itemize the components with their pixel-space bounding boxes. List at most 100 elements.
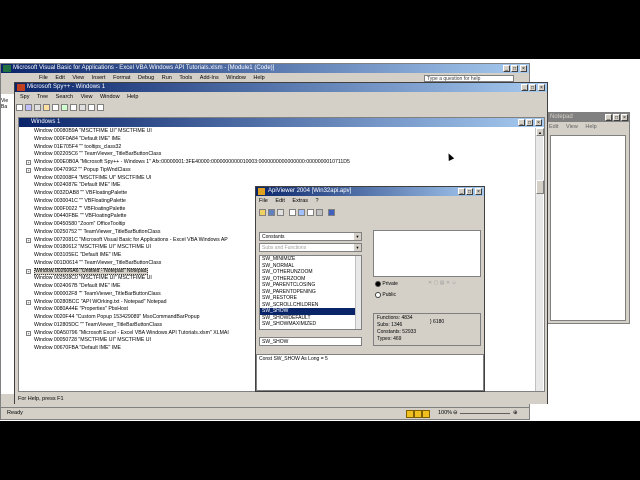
spy-tree-title-bar[interactable]: Windows 1 [19,118,544,127]
vba-menu-addins[interactable]: Add-Ins [200,75,219,81]
apiviewer-maximize-button[interactable]: □ [466,188,473,195]
vba-menu-help[interactable]: Help [253,75,264,81]
spy-maximize-button[interactable]: □ [529,84,536,91]
apiviewer-close-button[interactable]: × [475,188,482,195]
tile-icon[interactable] [97,104,104,111]
spy-menu-window[interactable]: Window [100,94,120,100]
expand-icon[interactable]: + [26,160,31,165]
tree-row[interactable]: Window 000F0A84 "Default IME" IME [21,136,533,144]
notepad-menu-view[interactable]: View [566,124,578,130]
spy-menu-help[interactable]: Help [127,94,138,100]
tree-row[interactable]: + Window 00470962 "" Popup TipWndClass [21,167,533,175]
find-window-icon[interactable] [52,104,59,111]
notepad-menu-help[interactable]: Help [585,124,596,130]
expand-icon[interactable]: + [26,299,31,305]
tree-row[interactable]: Window 01E705F4 "" tooltips_class32 [21,144,533,152]
api-menu-extras[interactable]: Extras [292,198,308,204]
spy-close-button[interactable]: × [538,84,545,91]
declaration-output[interactable]: Const SW_SHOW As Long = 5 [256,354,484,391]
vba-menu-format[interactable]: Format [113,75,130,81]
scroll-thumb[interactable] [536,180,544,194]
vba-menu-file[interactable]: File [39,75,48,81]
scroll-up-button[interactable]: ▲ [536,128,544,136]
messages-view-icon[interactable] [43,104,50,111]
zoom-slider[interactable] [460,413,510,414]
notepad-text-area[interactable] [550,135,626,321]
threads-view-icon[interactable] [34,104,41,111]
vba-menu-view[interactable]: View [72,75,84,81]
notepad-minimize-button[interactable]: _ [605,114,612,121]
copy-icon[interactable] [289,209,296,216]
spy-title-bar[interactable]: Microsoft Spy++ - Windows 1 [15,83,547,92]
spy-tree-scrollbar[interactable]: ▲ [535,128,544,391]
apiviewer-title-bar[interactable]: ApiViewer 2004 [Win32api.apv] [256,187,484,196]
save-icon[interactable] [268,209,275,216]
spy-tree-close-button[interactable]: × [535,119,542,126]
add-icon[interactable]: ▤ [440,280,445,286]
copy-item-icon[interactable]: ▢ [434,280,439,286]
search-icon[interactable] [61,104,68,111]
vba-menu-debug[interactable]: Debug [138,75,154,81]
vba-menu-tools[interactable]: Tools [179,75,192,81]
spy-menu-search[interactable]: Search [56,94,73,100]
expand-icon[interactable]: + [26,237,31,243]
vba-title-bar[interactable]: Microsoft Visual Basic for Applications … [1,64,529,73]
api-menu-help[interactable]: ? [316,198,319,204]
expand-icon[interactable]: + [26,268,31,274]
search-input[interactable]: Subs and Functions ▼ [259,243,362,252]
spy-menu-spy[interactable]: Spy [20,94,29,100]
api-menu-file[interactable]: File [259,198,268,204]
open-icon[interactable] [259,209,266,216]
list-item[interactable]: SW_SHOWMAXIMIZED [260,321,356,328]
help-icon[interactable] [328,209,335,216]
user-icon[interactable]: ☺ [451,280,456,286]
search-dropdown-icon[interactable]: ▼ [354,244,361,251]
zoom-in-button[interactable]: ⊕ [513,408,518,419]
spy-tree-maximize-button[interactable]: □ [526,119,533,126]
spy-menu-view[interactable]: View [81,94,93,100]
private-radio[interactable]: Private [375,280,425,288]
view-pagebreak-icon[interactable] [422,410,430,418]
notepad-maximize-button[interactable]: □ [613,114,620,121]
list-scrollbar[interactable] [355,256,361,329]
tree-row[interactable]: + Window 000E0B0A "Microsoft Spy++ - Wind… [21,159,533,167]
windows-view-icon[interactable] [16,104,23,111]
options-icon[interactable] [307,209,314,216]
public-radio[interactable]: Public [375,291,425,299]
refresh-icon[interactable] [70,104,77,111]
spy-tree-minimize-button[interactable]: _ [518,119,525,126]
vba-maximize-button[interactable]: □ [511,65,518,72]
vba-menu-edit[interactable]: Edit [55,75,64,81]
vba-close-button[interactable]: × [520,65,527,72]
vba-menu-window[interactable]: Window [226,75,246,81]
expand-icon[interactable]: + [26,330,31,336]
tree-row[interactable]: Window 002205C6 "" TeamViewer_TitleBarBu… [21,151,533,159]
vba-help-box[interactable]: Type a question for help [424,75,514,82]
chevron-down-icon[interactable]: ▼ [354,233,361,240]
window-icon[interactable] [316,209,323,216]
spy-menu-tree[interactable]: Tree [37,94,48,100]
cascade-icon[interactable] [88,104,95,111]
api-menu-edit[interactable]: Edit [275,198,284,204]
vba-menu-insert[interactable]: Insert [92,75,106,81]
spy-minimize-button[interactable]: _ [521,84,528,91]
tree-row[interactable]: Window 002008F4 "MSCTFIME UI" MSCTFIME U… [21,175,533,183]
notepad-close-button[interactable]: × [621,114,628,121]
apiviewer-minimize-button[interactable]: _ [458,188,465,195]
find-icon[interactable] [298,209,305,216]
constants-list[interactable]: SW_MINIMIZE SW_NORMAL SW_OTHERUNZOOM SW_OTH… [259,255,362,330]
cut-icon[interactable] [277,209,284,216]
processes-view-icon[interactable] [25,104,32,111]
zoom-out-button[interactable]: ⊖ [453,408,458,419]
properties-icon[interactable] [79,104,86,111]
view-layout-icon[interactable] [414,410,422,418]
delete-icon[interactable]: ✕ [428,280,432,286]
vba-menu-run[interactable]: Run [162,75,172,81]
type-dropdown[interactable]: Constants ▼ [259,232,362,241]
vba-minimize-button[interactable]: _ [503,65,510,72]
notepad-menu-edit[interactable]: Edit [549,124,558,130]
expand-icon[interactable]: + [26,167,31,173]
tree-row[interactable]: Window 00080B9A "MSCTFIME UI" MSCTFIME U… [21,128,533,136]
remove-icon[interactable]: ✕ [446,280,450,286]
view-normal-icon[interactable] [406,410,414,418]
